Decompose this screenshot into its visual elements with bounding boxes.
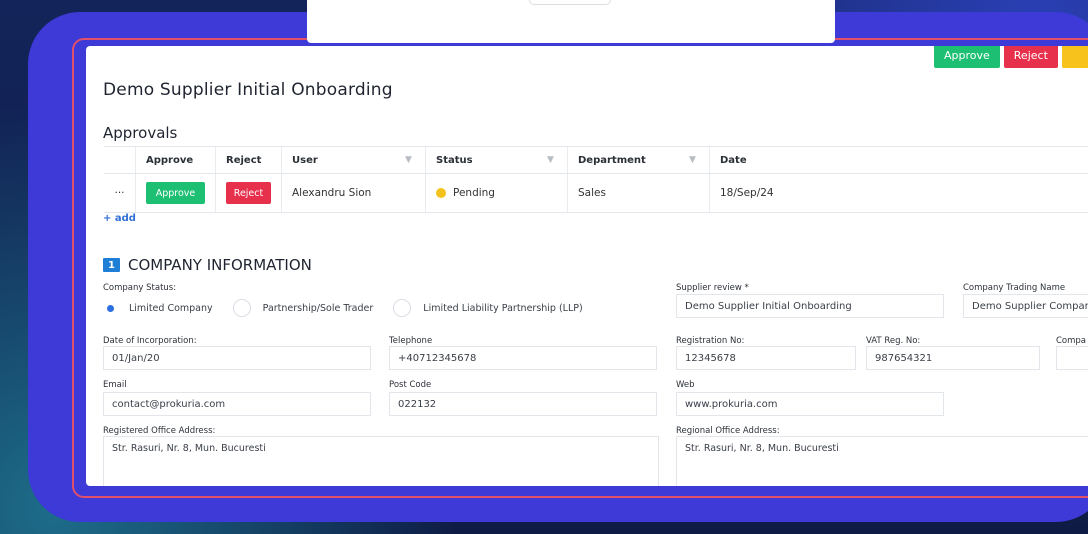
filter-icon[interactable]: ▼ (689, 155, 699, 165)
trading-name-field[interactable]: Demo Supplier Compar (963, 294, 1088, 318)
postcode-field[interactable]: 022132 (389, 392, 657, 416)
radio-unselected-icon (232, 299, 251, 317)
header-user[interactable]: User ▼ (282, 147, 426, 173)
email-field[interactable]: contact@prokuria.com (103, 392, 371, 416)
vat-field[interactable]: 987654321 (866, 346, 1040, 370)
header-department[interactable]: Department ▼ (568, 147, 710, 173)
page-title: Demo Supplier Initial Onboarding (103, 80, 393, 100)
tab-handle (529, 0, 611, 5)
status-dot-icon (436, 188, 446, 198)
filter-icon[interactable]: ▼ (405, 155, 415, 165)
company-extra-field[interactable] (1056, 346, 1088, 370)
company-extra-label: Compa (1056, 336, 1087, 346)
header-department-label: Department (578, 154, 646, 166)
radio-unselected-icon (393, 299, 412, 317)
telephone-label: Telephone (389, 336, 433, 346)
row-approve-button[interactable]: Approve (146, 182, 205, 204)
regional-address-label: Regional Office Address: (676, 426, 780, 436)
cell-reject: Reject (216, 174, 282, 212)
cell-user: Alexandru Sion (282, 174, 426, 212)
approve-button[interactable]: Approve (934, 46, 1000, 68)
top-actions: Approve Reject (934, 46, 1088, 68)
radio-selected-icon (107, 304, 114, 312)
more-icon[interactable]: ··· (104, 174, 136, 212)
web-field[interactable]: www.prokuria.com (676, 392, 944, 416)
cell-department: Sales (568, 174, 710, 212)
header-approve: Approve (136, 147, 216, 173)
cell-status: Pending (426, 174, 568, 212)
radio-label: Limited Liability Partnership (LLP) (423, 302, 583, 314)
table-row: ··· Approve Reject Alexandru Sion Pendin… (104, 174, 1088, 213)
row-reject-button[interactable]: Reject (226, 182, 271, 204)
radio-partnership[interactable]: Partnership/Sole Trader (227, 299, 374, 317)
regional-address-field[interactable]: Str. Rasuri, Nr. 8, Mun. Bucuresti (676, 436, 1088, 486)
supplier-review-field[interactable]: Demo Supplier Initial Onboarding (676, 294, 944, 318)
incorporation-label: Date of Incorporation: (103, 336, 197, 346)
header-user-label: User (292, 154, 318, 166)
more-action-button[interactable] (1061, 46, 1088, 68)
add-approval-link[interactable]: + add (103, 213, 136, 224)
filter-icon[interactable]: ▼ (547, 155, 557, 165)
radio-label: Limited Company (129, 302, 213, 314)
company-status-radio-group: Limited Company Partnership/Sole Trader … (106, 299, 597, 317)
section-number-badge: 1 (103, 258, 120, 272)
radio-limited-company[interactable]: Limited Company (106, 303, 213, 314)
header-cell-menu (104, 147, 136, 173)
reject-button[interactable]: Reject (1003, 46, 1058, 68)
approvals-table: Approve Reject User ▼ Status ▼ Departmen… (104, 146, 1088, 213)
supplier-review-label: Supplier review * (676, 283, 749, 293)
registration-label: Registration No: (676, 336, 745, 346)
main-window: Approve Reject Demo Supplier Initial Onb… (86, 46, 1088, 486)
postcode-label: Post Code (389, 380, 432, 390)
header-status-label: Status (436, 154, 473, 166)
header-status[interactable]: Status ▼ (426, 147, 568, 173)
vat-label: VAT Reg. No: (866, 336, 921, 346)
section-title: COMPANY INFORMATION (128, 256, 312, 274)
registration-field[interactable]: 12345678 (676, 346, 856, 370)
header-date: Date (720, 154, 747, 166)
web-label: Web (676, 380, 695, 390)
email-label: Email (103, 380, 127, 390)
cell-date: 18/Sep/24 (720, 187, 774, 199)
table-header: Approve Reject User ▼ Status ▼ Departmen… (104, 147, 1088, 174)
telephone-field[interactable]: +40712345678 (389, 346, 657, 370)
incorporation-field[interactable]: 01/Jan/20 (103, 346, 371, 370)
top-tab-panel (307, 0, 835, 43)
header-reject: Reject (216, 147, 282, 173)
company-status-label: Company Status: (103, 283, 177, 293)
registered-address-field[interactable]: Str. Rasuri, Nr. 8, Mun. Bucuresti (103, 436, 659, 486)
company-info-title: 1 COMPANY INFORMATION (103, 256, 312, 274)
approvals-title: Approvals (103, 124, 178, 142)
radio-label: Partnership/Sole Trader (262, 302, 374, 314)
radio-llp[interactable]: Limited Liability Partnership (LLP) (387, 299, 583, 317)
trading-name-label: Company Trading Name (963, 283, 1066, 293)
cell-approve: Approve (136, 174, 216, 212)
status-label: Pending (453, 187, 495, 199)
registered-address-label: Registered Office Address: (103, 426, 216, 436)
